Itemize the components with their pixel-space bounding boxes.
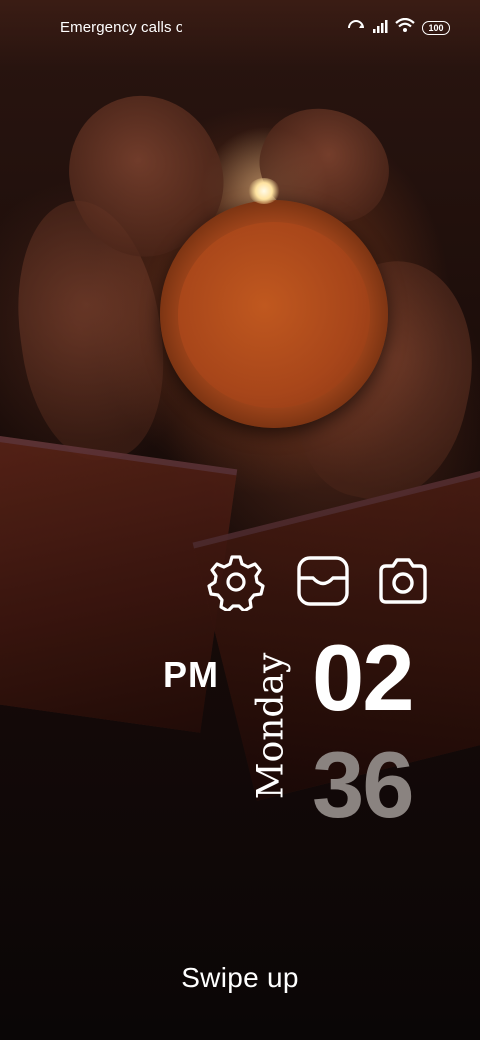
settings-icon bbox=[207, 555, 265, 613]
settings-shortcut-button[interactable] bbox=[206, 551, 266, 613]
lockscreen-wallpaper bbox=[0, 0, 480, 1040]
clock-ampm: PM bbox=[163, 654, 219, 695]
diya-flame bbox=[248, 178, 280, 204]
battery-icon: 100 bbox=[422, 21, 450, 35]
camera-shortcut-button[interactable] bbox=[373, 551, 433, 611]
diya-oil bbox=[178, 222, 370, 408]
status-text: Emergency calls o bbox=[60, 19, 182, 36]
status-bar: Emergency calls o 100 bbox=[0, 0, 480, 56]
clock-hour: 02 bbox=[312, 625, 415, 730]
wifi-icon bbox=[395, 17, 415, 38]
sync-icon bbox=[347, 19, 365, 38]
clock-day: Monday bbox=[246, 646, 296, 806]
swipe-up-hint[interactable]: Swipe up bbox=[0, 962, 480, 994]
camera-icon bbox=[379, 558, 427, 604]
clock-day-label: Monday bbox=[250, 652, 292, 800]
clock-minute: 36 bbox=[312, 732, 415, 837]
wallet-shortcut-button[interactable] bbox=[293, 551, 353, 611]
status-icons: 100 bbox=[347, 17, 450, 38]
wallet-icon bbox=[297, 556, 349, 606]
signal-icon bbox=[372, 19, 388, 38]
